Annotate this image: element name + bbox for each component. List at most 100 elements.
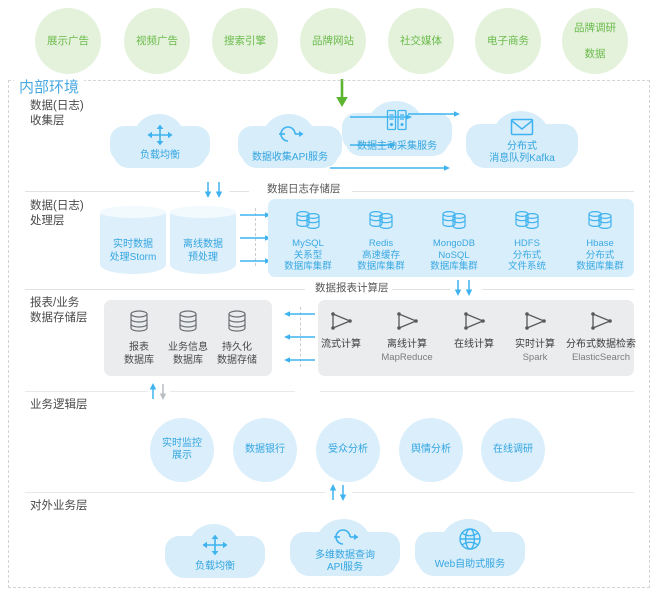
db-hbase-line3: 数据库集群 xyxy=(576,261,624,272)
divider-biz-right xyxy=(320,391,634,392)
db-report-line2: 数据库 xyxy=(124,354,154,366)
biz-circle-audience-analysis: 受众分析 xyxy=(316,418,380,482)
db-hdfs: HDFS 分布式 文件系统 xyxy=(485,210,569,273)
database-icon xyxy=(228,310,246,332)
biz-circle-realtime-monitor: 实时监控 展示 xyxy=(150,418,214,482)
up-down-arrow-biz-icon xyxy=(149,383,167,400)
source-label-2: 视频广告 xyxy=(136,34,178,47)
cloud-multidim-query-api: 多维数据查询 API服务 xyxy=(290,518,400,580)
db-mysql-line2: 关系型 xyxy=(293,249,323,261)
layer-label-collect-line1: 数据(日志) xyxy=(30,100,84,112)
layer-label-ext-line1: 对外业务层 xyxy=(30,500,88,512)
source-label-3: 搜索引擎 xyxy=(224,34,266,47)
source-label-6: 电子商务 xyxy=(487,34,529,47)
biz-label-realtime-line1: 实时监控 xyxy=(162,437,202,449)
db-hdfs-line2: 分布式 xyxy=(512,249,542,261)
biz-label-realtime-monitor: 实时监控 展示 xyxy=(162,438,202,463)
divider-biz-left xyxy=(25,391,148,392)
dataflow-node-icon xyxy=(591,312,612,330)
layer-label-report-line2: 数据存储层 xyxy=(30,312,88,324)
cloud-data-collect-api: 数据收集API服务 xyxy=(238,113,342,171)
db-mongodb-line3: 数据库集群 xyxy=(430,261,478,272)
database-icon xyxy=(515,210,539,230)
biz-circle-online-survey: 在线调研 xyxy=(481,418,545,482)
db-redis-line3: 数据库集群 xyxy=(357,261,405,272)
cloud-label-load-balancer: 负载均衡 xyxy=(140,150,180,161)
cloud-load-balancer: 负载均衡 xyxy=(110,113,210,171)
database-icon xyxy=(588,210,612,230)
architecture-diagram: 展示广告 视频广告 搜索引擎 品牌网站 社交媒体 电子商务 品牌调研 数据 内部… xyxy=(0,0,658,596)
calc-realtime-spark: 实时计算 Spark xyxy=(504,311,566,363)
db-hbase-line2: 分布式 xyxy=(585,249,615,261)
db-report-line1: 报表 xyxy=(129,342,149,353)
cloud-label-ext-load-balancer: 负载均衡 xyxy=(195,561,235,572)
layer-label-collect: 数据(日志) 收集层 xyxy=(30,99,84,129)
calc-realtime-line1: 实时计算 xyxy=(515,339,555,350)
divider-ext-right xyxy=(352,492,634,493)
source-circle-2: 视频广告 xyxy=(124,8,190,74)
calc-stream: 流式计算 xyxy=(310,311,372,352)
load-balancer-icon xyxy=(147,124,173,146)
cylinder-offline-line1: 离线数据 xyxy=(183,239,223,251)
biz-label-realtime-line2: 展示 xyxy=(172,450,192,461)
source-circle-4: 品牌网站 xyxy=(300,8,366,74)
database-icon xyxy=(179,310,197,332)
biz-circle-data-bank: 数据银行 xyxy=(233,418,297,482)
calc-online: 在线计算 xyxy=(443,311,505,352)
divider-collect-mid xyxy=(229,191,249,192)
divider-biz-mid xyxy=(170,391,295,392)
up-down-arrow-ext-icon xyxy=(329,484,347,501)
source-circle-1: 展示广告 xyxy=(35,8,101,74)
divider-report-calc-left xyxy=(392,289,450,290)
db-redis-name: Redis xyxy=(368,238,394,249)
source-circle-6: 电子商务 xyxy=(475,8,541,74)
db-mongodb-name: MongoDB xyxy=(432,238,476,249)
calc-es-line1: 分布式数据检索 xyxy=(566,339,636,350)
divider-process-bottom xyxy=(25,289,305,290)
server-rack-icon xyxy=(386,109,407,131)
db-business-info-line2: 数据库 xyxy=(173,354,203,366)
dataflow-node-icon xyxy=(331,312,352,330)
active-collect-to-kafka-arrow xyxy=(408,111,460,117)
source-circle-3: 搜索引擎 xyxy=(212,8,278,74)
biz-label-online-survey: 在线调研 xyxy=(493,443,533,455)
calc-elasticsearch: 分布式数据检索 ElasticSearch xyxy=(559,311,643,363)
api-refresh-icon xyxy=(279,126,304,142)
cylinder-realtime-line1: 实时数据 xyxy=(113,239,153,251)
double-down-arrow-report-icon xyxy=(454,280,473,296)
layer-label-process: 数据(日志) 处理层 xyxy=(30,199,84,229)
db-report: 报表 数据库 xyxy=(114,310,164,367)
sub-label-log-storage: 数据日志存储层 xyxy=(264,183,344,196)
db-business-info: 业务信息 数据库 xyxy=(163,310,213,367)
layer-label-business-logic: 业务逻辑层 xyxy=(30,398,88,413)
source-circle-5: 社交媒体 xyxy=(388,8,454,74)
db-persistent-line2: 数据存储 xyxy=(217,354,257,366)
db-business-info-line1: 业务信息 xyxy=(168,342,208,353)
dataflow-node-icon xyxy=(525,312,546,330)
source-label-1: 展示广告 xyxy=(47,34,89,47)
cylinder-offline-preprocess: 离线数据 预处理 xyxy=(170,206,236,274)
calc-stream-line1: 流式计算 xyxy=(321,339,361,350)
cloud-label-data-collect-api: 数据收集API服务 xyxy=(251,152,329,163)
calc-online-line1: 在线计算 xyxy=(454,339,494,350)
layer-label-report-store: 报表/业务 数据存储层 xyxy=(30,296,88,326)
db-mongodb: MongoDB NoSQL 数据库集群 xyxy=(412,210,496,273)
globe-icon xyxy=(459,528,481,550)
calc-offline-line1: 离线计算 xyxy=(387,339,427,350)
db-persistent: 持久化 数据存储 xyxy=(212,310,262,367)
calc-es-line2: ElasticSearch xyxy=(571,351,631,363)
cylinder-realtime-storm: 实时数据 处理Storm xyxy=(100,206,166,274)
db-redis-line2: 高速缓存 xyxy=(361,249,400,261)
cloud-label-kafka-line1: 分布式 xyxy=(507,141,537,152)
db-hdfs-name: HDFS xyxy=(514,238,540,249)
db-hdfs-line3: 文件系统 xyxy=(507,261,546,272)
database-icon xyxy=(130,310,148,332)
cloud-web-self-service: Web自助式服务 xyxy=(415,518,525,580)
divider-ext-left xyxy=(25,492,325,493)
db-persistent-line1: 持久化 xyxy=(222,342,252,353)
collect-to-kafka-arrow xyxy=(330,165,450,171)
layer-label-report-line1: 报表/业务 xyxy=(30,297,80,309)
db-mysql: MySQL 关系型 数据库集群 xyxy=(266,210,350,273)
divider-report-calc-right xyxy=(482,289,634,290)
divider-log-storage-right xyxy=(352,191,634,192)
